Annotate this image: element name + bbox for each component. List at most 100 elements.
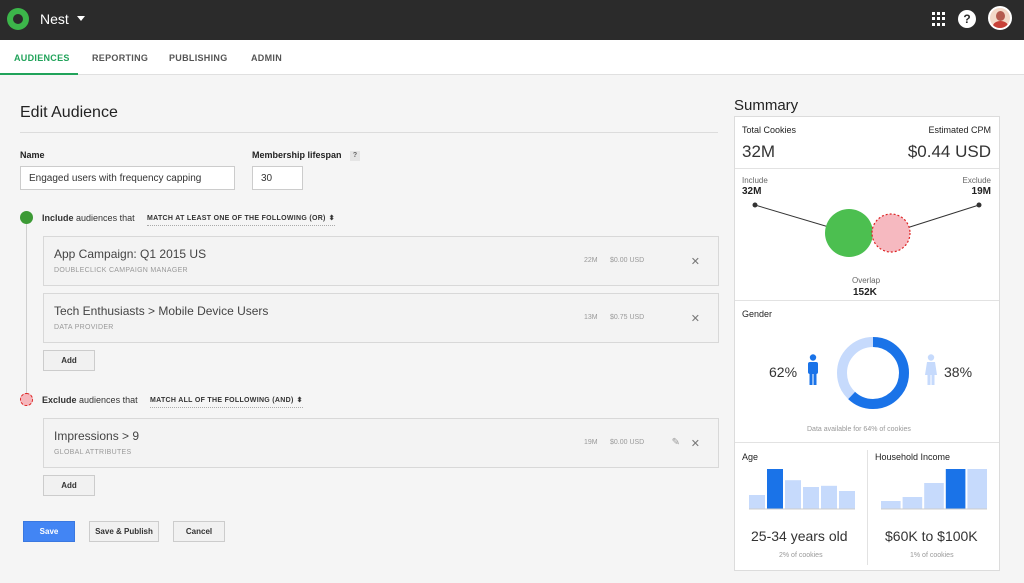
male-percent: 62% (769, 364, 798, 380)
include-venn-circle (825, 209, 873, 257)
top-bar: Nest ? (0, 0, 1024, 40)
tab-publishing[interactable]: PUBLISHING (169, 53, 228, 63)
bar-0 (749, 495, 765, 509)
age-label: Age (742, 452, 759, 462)
timeline-connector (26, 224, 27, 396)
age-bar-chart (749, 469, 855, 510)
exclude-match-value: MATCH ALL OF THE FOLLOWING (AND) (150, 397, 294, 404)
audience-cost: $0.00 USD (610, 257, 645, 264)
audience-name: App Campaign: Q1 2015 US (54, 247, 207, 261)
include-dot-icon (20, 211, 33, 224)
nav-tabs: AUDIENCES REPORTING PUBLISHING ADMIN (0, 40, 1024, 75)
age-value: 25-34 years old (751, 528, 848, 544)
male-icon (808, 354, 818, 385)
exclude-venn-circle (871, 213, 911, 253)
audience-cost: $0.00 USD (610, 439, 645, 446)
include-text: audiences that (76, 213, 135, 223)
exclude-dot-icon (20, 393, 33, 406)
audience-source: DATA PROVIDER (54, 324, 114, 331)
bar-1 (767, 469, 783, 509)
exclude-match-select[interactable]: MATCH ALL OF THE FOLLOWING (AND) ⬍ (150, 396, 303, 408)
bar-2 (924, 483, 944, 509)
lifespan-help-icon[interactable]: ? (350, 151, 360, 161)
title-divider (20, 132, 718, 133)
summary-divider (735, 300, 999, 301)
select-arrows-icon: ⬍ (328, 215, 335, 222)
summary-divider (735, 442, 999, 443)
overlap-label: Overlap (852, 276, 881, 285)
income-note: 1% of cookies (910, 552, 954, 559)
gender-note: Data available for 64% of cookies (807, 426, 911, 433)
exclude-rule-text: Exclude audiences that (42, 395, 138, 405)
total-cookies-value: 32M (742, 142, 776, 161)
cancel-button[interactable]: Cancel (173, 521, 225, 542)
tab-reporting[interactable]: REPORTING (92, 53, 148, 63)
remove-audience-icon[interactable]: ✕ (691, 255, 700, 268)
lifespan-input[interactable] (252, 166, 303, 190)
apps-grid-icon[interactable] (930, 10, 948, 28)
include-match-value: MATCH AT LEAST ONE OF THE FOLLOWING (OR) (147, 215, 326, 222)
avatar[interactable] (988, 6, 1012, 30)
cpm-value: $0.44 USD (907, 142, 991, 161)
app-switcher-caret-icon[interactable] (77, 16, 85, 21)
include-match-select[interactable]: MATCH AT LEAST ONE OF THE FOLLOWING (OR)… (147, 214, 335, 226)
exclude-keyword: Exclude (42, 395, 77, 405)
bar-2 (785, 480, 801, 509)
active-tab-indicator (0, 73, 78, 75)
gender-donut-chart (837, 337, 909, 409)
audience-source: DOUBLECLICK CAMPAIGN MANAGER (54, 267, 188, 274)
age-note: 2% of cookies (779, 552, 823, 559)
bar-3 (803, 487, 819, 509)
save-publish-button[interactable]: Save & Publish (89, 521, 159, 542)
income-bar-chart (881, 469, 987, 510)
lifespan-label: Membership lifespan (252, 150, 342, 160)
exclude-add-button[interactable]: Add (43, 475, 95, 496)
overlap-value: 152K (853, 287, 877, 298)
gender-label: Gender (742, 309, 773, 319)
bar-4 (967, 469, 987, 509)
audience-cost: $0.75 USD (610, 314, 645, 321)
name-input[interactable] (20, 166, 235, 190)
page-title: Edit Audience (20, 104, 118, 121)
summary-card: Total Cookies 32M Estimated CPM $0.44 US… (734, 116, 1000, 571)
exclude-audience-card-1: Impressions > 9 GLOBAL ATTRIBUTES 19M $0… (43, 418, 719, 468)
include-add-button[interactable]: Add (43, 350, 95, 371)
audience-size: 19M (584, 439, 598, 446)
female-percent: 38% (944, 364, 973, 380)
save-button[interactable]: Save (23, 521, 75, 542)
audience-name: Tech Enthusiasts > Mobile Device Users (54, 304, 269, 318)
exclude-text: audiences that (79, 395, 138, 405)
cpm-label: Estimated CPM (928, 125, 991, 135)
summary-title: Summary (734, 97, 799, 114)
name-label: Name (20, 150, 45, 160)
audience-name: Impressions > 9 (54, 429, 140, 443)
age-income-divider (867, 450, 868, 565)
edit-pencil-icon[interactable]: ✎ (672, 437, 680, 448)
bar-0 (881, 501, 901, 509)
bar-3 (945, 469, 966, 509)
audience-size: 13M (584, 314, 598, 321)
tab-audiences[interactable]: AUDIENCES (14, 53, 70, 63)
remove-audience-icon[interactable]: ✕ (691, 312, 700, 325)
bar-4 (821, 485, 837, 509)
include-keyword: Include (42, 213, 74, 223)
include-audience-card-2: Tech Enthusiasts > Mobile Device Users D… (43, 293, 719, 343)
income-label: Household Income (875, 452, 951, 462)
bar-1 (902, 497, 923, 509)
app-title[interactable]: Nest (40, 11, 69, 27)
remove-audience-icon[interactable]: ✕ (691, 437, 700, 450)
include-audience-card-1: App Campaign: Q1 2015 US DOUBLECLICK CAM… (43, 236, 719, 286)
female-icon (925, 354, 937, 385)
tab-admin[interactable]: ADMIN (251, 53, 282, 63)
select-arrows-icon: ⬍ (296, 397, 303, 404)
bar-5 (839, 491, 855, 509)
exclude-connector-dot (976, 202, 982, 208)
audience-source: GLOBAL ATTRIBUTES (54, 449, 132, 456)
include-rule-text: Include audiences that (42, 213, 135, 223)
include-connector-dot (752, 202, 758, 208)
nest-logo-icon[interactable] (7, 8, 29, 30)
income-value: $60K to $100K (885, 528, 978, 544)
help-icon[interactable]: ? (958, 10, 976, 28)
total-cookies-label: Total Cookies (742, 125, 797, 135)
audience-size: 22M (584, 257, 598, 264)
